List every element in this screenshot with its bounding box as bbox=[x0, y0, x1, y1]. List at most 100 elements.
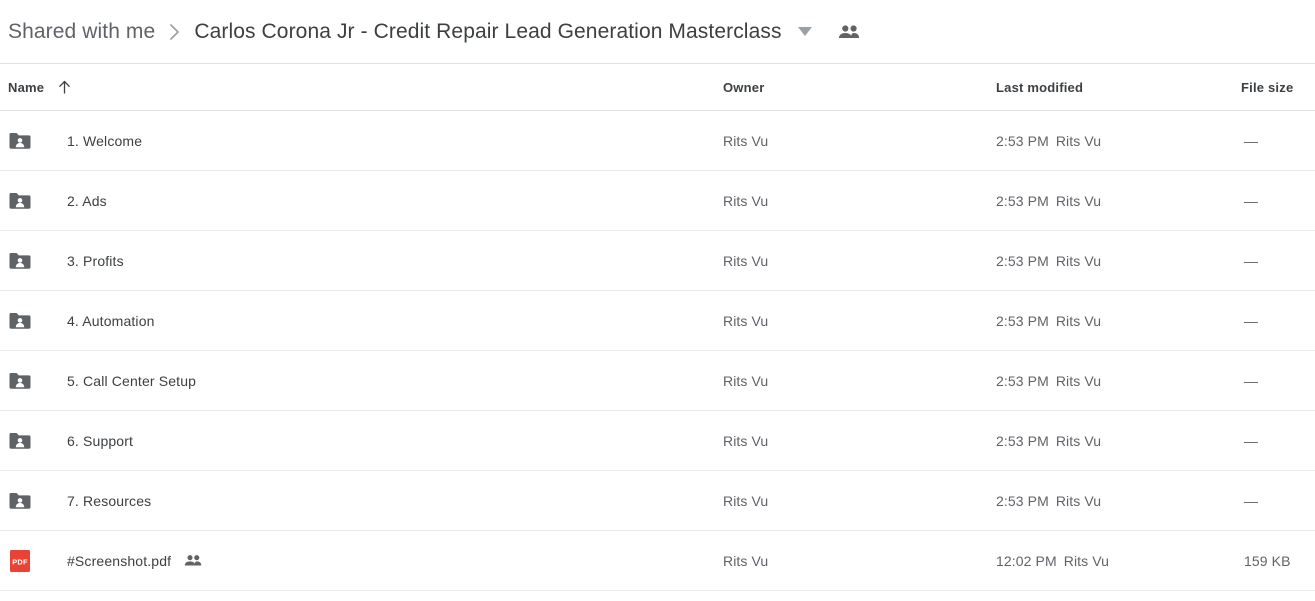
cell-owner: Rits Vu bbox=[723, 553, 996, 569]
shared-folder-icon bbox=[8, 189, 32, 213]
cell-name[interactable]: 4. Automation bbox=[0, 309, 723, 333]
table-row[interactable]: 3. Profits Rits Vu 2:53 PM Rits Vu — bbox=[0, 231, 1315, 291]
column-header-owner[interactable]: Owner bbox=[723, 80, 996, 95]
cell-last-modified: 2:53 PM Rits Vu bbox=[996, 313, 1241, 329]
cell-owner: Rits Vu bbox=[723, 193, 996, 209]
cell-file-size: 159 KB bbox=[1241, 553, 1315, 569]
column-header-file-size[interactable]: File size bbox=[1241, 80, 1315, 95]
table-row[interactable]: 7. Resources Rits Vu 2:53 PM Rits Vu — bbox=[0, 471, 1315, 531]
file-size-label: — bbox=[1244, 372, 1259, 389]
file-size-label: 159 KB bbox=[1244, 552, 1291, 569]
pdf-file-icon: PDF bbox=[8, 549, 32, 573]
cell-file-size: — bbox=[1241, 433, 1315, 449]
column-header-file-size-label: File size bbox=[1241, 79, 1294, 95]
shared-people-icon bbox=[184, 552, 202, 570]
file-name-label: 2. Ads bbox=[67, 192, 107, 209]
file-size-label: — bbox=[1244, 432, 1259, 449]
owner-label: Rits Vu bbox=[723, 372, 769, 389]
arrow-up-icon[interactable] bbox=[58, 80, 71, 94]
owner-label: Rits Vu bbox=[723, 492, 769, 509]
last-modified-time: 2:53 PM bbox=[996, 132, 1049, 149]
cell-last-modified: 2:53 PM Rits Vu bbox=[996, 193, 1241, 209]
shared-folder-icon bbox=[8, 369, 32, 393]
cell-file-size: — bbox=[1241, 313, 1315, 329]
file-name-label: 1. Welcome bbox=[67, 132, 143, 149]
table-row[interactable]: 6. Support Rits Vu 2:53 PM Rits Vu — bbox=[0, 411, 1315, 471]
last-modified-by: Rits Vu bbox=[1055, 132, 1102, 149]
cell-last-modified: 2:53 PM Rits Vu bbox=[996, 433, 1241, 449]
chevron-right-icon bbox=[169, 23, 181, 41]
svg-text:PDF: PDF bbox=[12, 557, 28, 566]
owner-label: Rits Vu bbox=[723, 432, 769, 449]
owner-label: Rits Vu bbox=[723, 252, 769, 269]
cell-owner: Rits Vu bbox=[723, 253, 996, 269]
last-modified-by: Rits Vu bbox=[1055, 312, 1102, 329]
cell-file-size: — bbox=[1241, 133, 1315, 149]
table-header-row: Name Owner Last modified File size bbox=[0, 64, 1315, 111]
table-row[interactable]: 2. Ads Rits Vu 2:53 PM Rits Vu — bbox=[0, 171, 1315, 231]
cell-file-size: — bbox=[1241, 253, 1315, 269]
last-modified-time: 12:02 PM bbox=[996, 552, 1057, 569]
file-size-label: — bbox=[1244, 312, 1259, 329]
shared-folder-icon bbox=[8, 249, 32, 273]
file-size-label: — bbox=[1244, 252, 1259, 269]
table-body: 1. Welcome Rits Vu 2:53 PM Rits Vu — 2. Ads Ri… bbox=[0, 111, 1315, 591]
cell-last-modified: 2:53 PM Rits Vu bbox=[996, 493, 1241, 509]
cell-name[interactable]: 6. Support bbox=[0, 429, 723, 453]
table-row[interactable]: PDF #Screenshot.pdf Rits Vu 12:02 PM Rits Vu… bbox=[0, 531, 1315, 591]
table-row[interactable]: 1. Welcome Rits Vu 2:53 PM Rits Vu — bbox=[0, 111, 1315, 171]
shared-folder-icon bbox=[8, 489, 32, 513]
cell-file-size: — bbox=[1241, 193, 1315, 209]
file-size-label: — bbox=[1244, 132, 1259, 149]
owner-label: Rits Vu bbox=[723, 552, 769, 569]
cell-name[interactable]: 5. Call Center Setup bbox=[0, 369, 723, 393]
file-size-label: — bbox=[1244, 192, 1259, 209]
last-modified-by: Rits Vu bbox=[1063, 552, 1110, 569]
file-size-label: — bbox=[1244, 492, 1259, 509]
cell-owner: Rits Vu bbox=[723, 433, 996, 449]
file-name-label: 7. Resources bbox=[67, 492, 152, 509]
cell-name[interactable]: 3. Profits bbox=[0, 249, 723, 273]
file-name-label: 5. Call Center Setup bbox=[67, 372, 197, 389]
cell-last-modified: 2:53 PM Rits Vu bbox=[996, 133, 1241, 149]
column-header-name[interactable]: Name bbox=[0, 80, 723, 95]
last-modified-time: 2:53 PM bbox=[996, 312, 1049, 329]
cell-name[interactable]: PDF #Screenshot.pdf bbox=[0, 549, 723, 573]
cell-owner: Rits Vu bbox=[723, 133, 996, 149]
cell-last-modified: 12:02 PM Rits Vu bbox=[996, 553, 1241, 569]
table-row[interactable]: 4. Automation Rits Vu 2:53 PM Rits Vu — bbox=[0, 291, 1315, 351]
breadcrumb: Shared with me Carlos Corona Jr - Credit… bbox=[0, 0, 1315, 64]
column-header-owner-label: Owner bbox=[723, 79, 765, 95]
last-modified-by: Rits Vu bbox=[1055, 432, 1102, 449]
people-icon[interactable] bbox=[838, 21, 860, 43]
column-header-name-label: Name bbox=[8, 79, 45, 95]
last-modified-time: 2:53 PM bbox=[996, 432, 1049, 449]
last-modified-time: 2:53 PM bbox=[996, 252, 1049, 269]
cell-last-modified: 2:53 PM Rits Vu bbox=[996, 253, 1241, 269]
breadcrumb-root-shared-with-me[interactable]: Shared with me bbox=[8, 20, 155, 44]
cell-owner: Rits Vu bbox=[723, 373, 996, 389]
cell-file-size: — bbox=[1241, 493, 1315, 509]
cell-owner: Rits Vu bbox=[723, 493, 996, 509]
last-modified-time: 2:53 PM bbox=[996, 192, 1049, 209]
cell-owner: Rits Vu bbox=[723, 313, 996, 329]
file-name-label: #Screenshot.pdf bbox=[67, 552, 172, 569]
column-header-last-modified[interactable]: Last modified bbox=[996, 80, 1241, 95]
file-name-label: 6. Support bbox=[67, 432, 134, 449]
owner-label: Rits Vu bbox=[723, 132, 769, 149]
last-modified-time: 2:53 PM bbox=[996, 492, 1049, 509]
file-name-label: 4. Automation bbox=[67, 312, 155, 329]
last-modified-by: Rits Vu bbox=[1055, 252, 1102, 269]
cell-last-modified: 2:53 PM Rits Vu bbox=[996, 373, 1241, 389]
shared-folder-icon bbox=[8, 309, 32, 333]
owner-label: Rits Vu bbox=[723, 312, 769, 329]
file-name-label: 3. Profits bbox=[67, 252, 124, 269]
table-row[interactable]: 5. Call Center Setup Rits Vu 2:53 PM Rits V… bbox=[0, 351, 1315, 411]
cell-name[interactable]: 1. Welcome bbox=[0, 129, 723, 153]
page-title: Carlos Corona Jr - Credit Repair Lead Ge… bbox=[194, 19, 782, 43]
cell-name[interactable]: 7. Resources bbox=[0, 489, 723, 513]
shared-folder-icon bbox=[8, 429, 32, 453]
shared-folder-icon bbox=[8, 129, 32, 153]
chevron-down-icon[interactable] bbox=[795, 22, 815, 42]
cell-name[interactable]: 2. Ads bbox=[0, 189, 723, 213]
